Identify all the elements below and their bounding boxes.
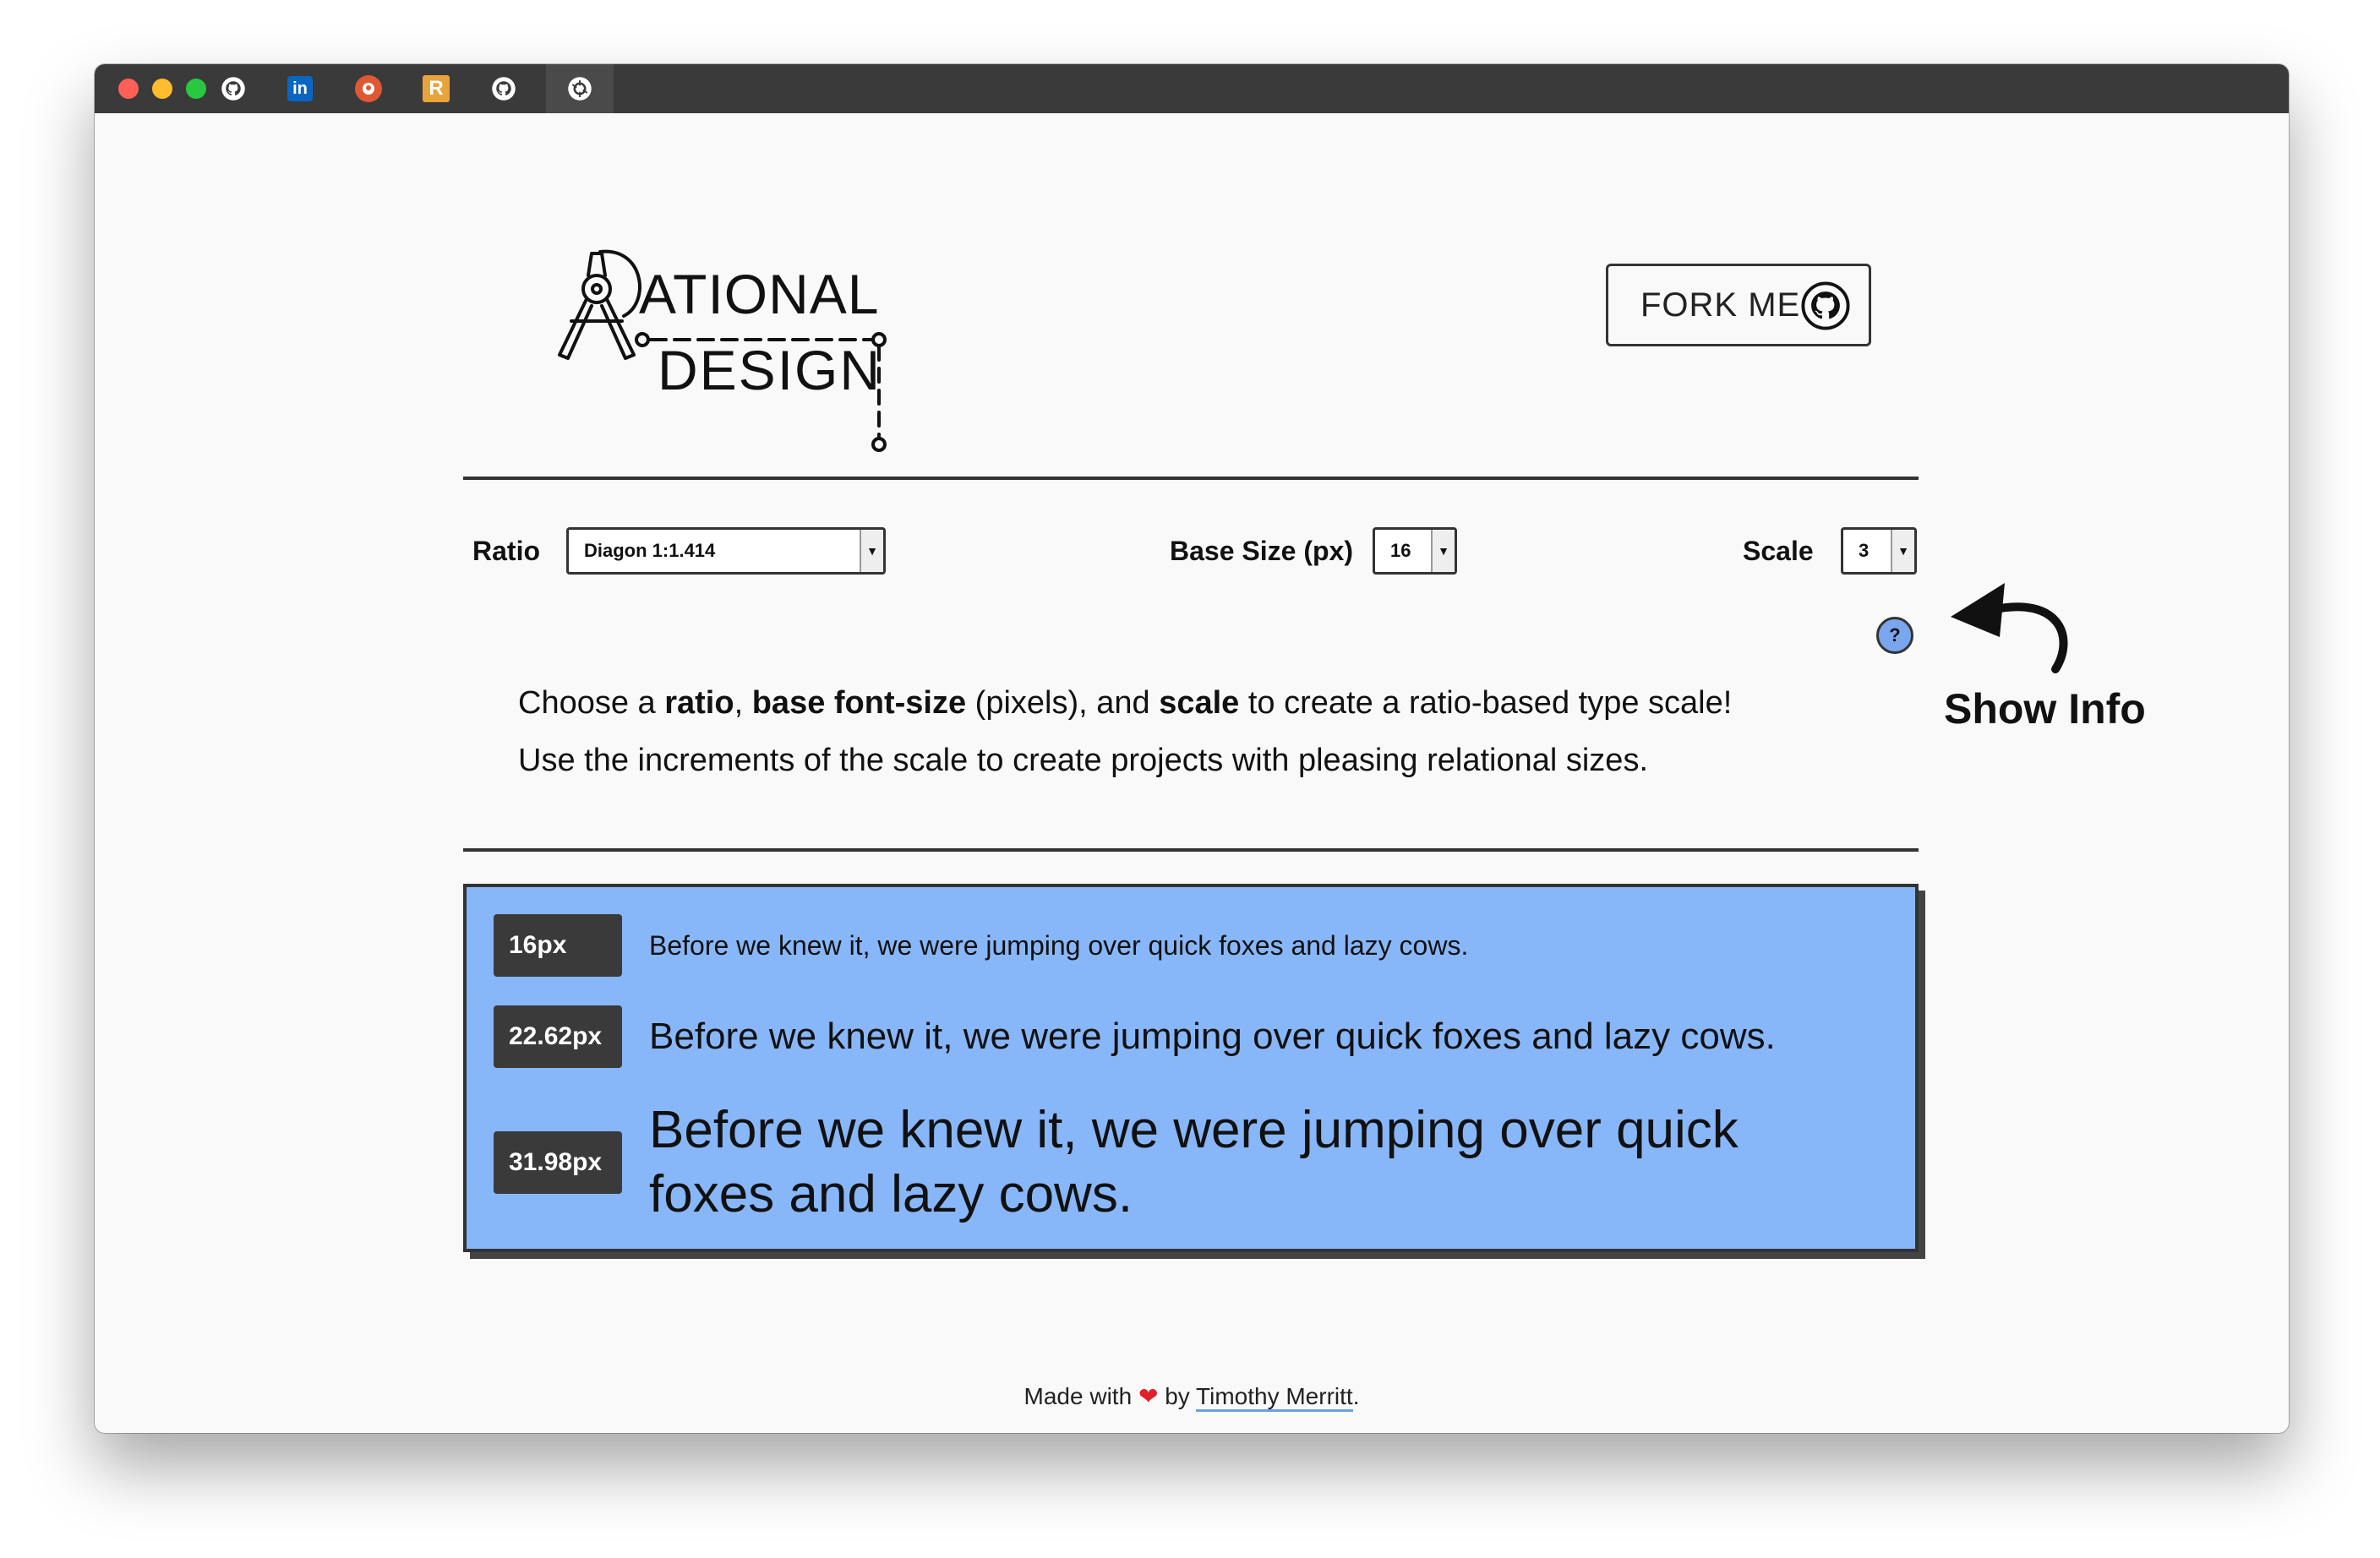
close-window-button[interactable] bbox=[118, 79, 139, 99]
base-size-label: Base Size (px) bbox=[1170, 536, 1353, 566]
linkedin-icon[interactable]: in bbox=[287, 76, 313, 101]
ratio-label: Ratio bbox=[472, 536, 540, 566]
zoom-window-button[interactable] bbox=[186, 79, 206, 99]
show-info-label: Show Info bbox=[1944, 685, 2146, 733]
footer-by: by bbox=[1165, 1383, 1190, 1409]
base-size-select-value: 16 bbox=[1390, 540, 1411, 561]
ratio-select-value: Diagon 1:1.414 bbox=[584, 540, 716, 561]
footer: Made with ❤ by Timothy Merritt. bbox=[95, 1382, 2289, 1412]
size-badge: 22.62px bbox=[494, 1005, 622, 1068]
github-icon[interactable] bbox=[490, 75, 517, 102]
scale-label: Scale bbox=[1743, 536, 1814, 566]
bottom-divider bbox=[463, 848, 1919, 852]
scale-row: 22.62px Before we knew it, we were jumpi… bbox=[494, 1005, 1776, 1068]
footer-period: . bbox=[1352, 1383, 1360, 1409]
base-size-select[interactable]: 16 ▼ bbox=[1373, 527, 1457, 575]
chevron-down-icon: ▼ bbox=[1431, 530, 1455, 572]
description: Choose a ratio, base font-size (pixels),… bbox=[518, 674, 1955, 789]
logo-line2: DESIGN bbox=[658, 339, 882, 401]
chevron-down-icon: ▼ bbox=[860, 530, 883, 572]
sample-text: Before we knew it, we were jumping over … bbox=[649, 929, 1469, 961]
duckduckgo-icon[interactable] bbox=[355, 75, 382, 102]
scale-row: 16px Before we knew it, we were jumping … bbox=[494, 914, 1468, 977]
description-line2: Use the increments of the scale to creat… bbox=[518, 743, 1648, 778]
ratio-select[interactable]: Diagon 1:1.414 ▼ bbox=[566, 527, 886, 575]
size-badge: 31.98px bbox=[494, 1131, 622, 1194]
logo[interactable]: ATIONAL DESIGN bbox=[543, 221, 982, 458]
browser-window: in R ATIONAL DESIGN FORK ME Ratio Diagon… bbox=[95, 64, 2289, 1433]
sample-text: Before we knew it, we were jumping over … bbox=[649, 1016, 1776, 1057]
minimize-window-button[interactable] bbox=[152, 79, 172, 99]
curved-arrow-icon bbox=[1951, 583, 2068, 673]
scale-select[interactable]: 3 ▼ bbox=[1841, 527, 1917, 575]
scale-select-value: 3 bbox=[1859, 540, 1870, 561]
r-icon[interactable]: R bbox=[423, 75, 450, 102]
top-divider bbox=[463, 477, 1919, 480]
github-icon bbox=[1801, 281, 1850, 330]
description-line1: Choose a ratio, base font-size (pixels),… bbox=[518, 685, 1733, 721]
title-bar: in R bbox=[95, 64, 2289, 113]
author-link[interactable]: Timothy Merritt bbox=[1196, 1383, 1353, 1412]
type-scale-panel: 16px Before we knew it, we were jumping … bbox=[463, 884, 1919, 1252]
github-icon[interactable] bbox=[220, 75, 247, 102]
chevron-down-icon: ▼ bbox=[1891, 530, 1914, 572]
footer-made-with: Made with bbox=[1024, 1383, 1133, 1409]
heart-icon: ❤ bbox=[1138, 1383, 1159, 1409]
size-badge: 16px bbox=[494, 914, 622, 977]
sample-text: Before we knew it, we were jumping over … bbox=[649, 1101, 1739, 1223]
help-button[interactable]: ? bbox=[1876, 617, 1913, 654]
scale-row: 31.98px Before we knew it, we were jumpi… bbox=[494, 1098, 1849, 1227]
openai-icon[interactable] bbox=[566, 75, 593, 102]
fork-me-button[interactable]: FORK ME bbox=[1606, 264, 1871, 346]
question-icon: ? bbox=[1889, 624, 1901, 646]
fork-me-label: FORK ME bbox=[1640, 286, 1801, 324]
logo-line1: ATIONAL bbox=[639, 263, 880, 325]
